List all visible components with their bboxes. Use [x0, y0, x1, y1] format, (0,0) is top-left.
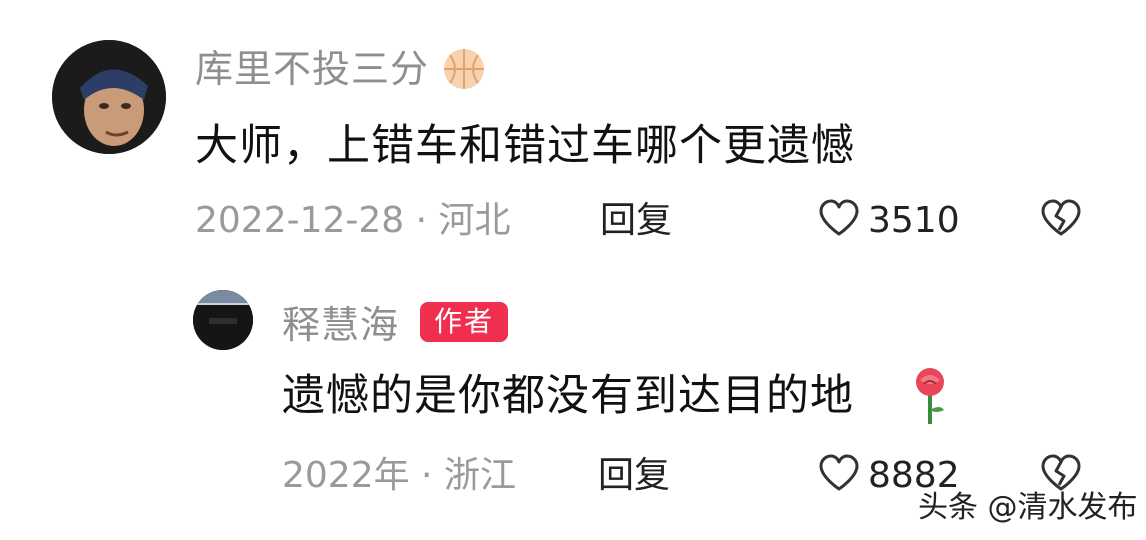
- rose-icon: [908, 366, 952, 426]
- comment-text: 大师，上错车和错过车哪个更遗憾: [195, 121, 855, 171]
- comment-date-location: 2022-12-28 · 河北: [195, 200, 511, 241]
- author-badge: 作者: [420, 302, 508, 342]
- username[interactable]: 库里不投三分: [195, 50, 429, 88]
- dislike-icon[interactable]: [1040, 198, 1082, 238]
- heart-icon: [818, 198, 860, 238]
- reply-text: 遗憾的是你都没有到达目的地: [282, 371, 854, 421]
- avatar[interactable]: [52, 40, 166, 154]
- basketball-icon: [442, 47, 486, 91]
- heart-icon: [818, 453, 860, 493]
- username[interactable]: 释慧海: [282, 306, 399, 344]
- reply-date-location: 2022年 · 浙江: [282, 455, 516, 496]
- reply-button[interactable]: 回复: [600, 203, 672, 239]
- like-count: 3510: [868, 200, 960, 241]
- like-count: 8882: [868, 455, 960, 496]
- reply-button[interactable]: 回复: [598, 458, 670, 494]
- watermark: 头条 @清水发布: [918, 490, 1138, 525]
- dislike-icon[interactable]: [1040, 453, 1082, 493]
- avatar[interactable]: [193, 290, 253, 350]
